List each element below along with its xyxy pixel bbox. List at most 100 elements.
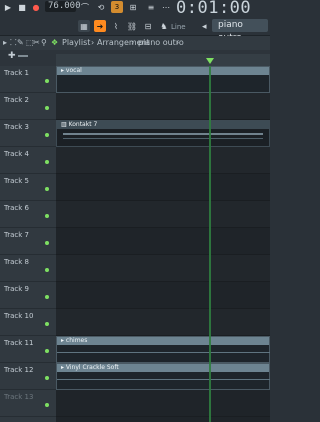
loop-record-icon[interactable]: ⟲ — [95, 1, 107, 13]
track-header[interactable]: Track 6 — [0, 201, 56, 228]
track-header[interactable]: Track 12 — [0, 363, 56, 390]
track-status-dot[interactable] — [45, 349, 49, 353]
step-edit-icon[interactable]: 3 — [111, 1, 123, 13]
track-status-dot[interactable] — [45, 79, 49, 83]
track-status-dot[interactable] — [45, 295, 49, 299]
track-header[interactable]: Track 4 — [0, 147, 56, 174]
playlist-grid[interactable]: ▸ vocal ▥ Kontakt 7 ▸ chimes ▸ Vinyl Cra… — [56, 66, 270, 422]
breadcrumb-separator: › — [131, 38, 135, 47]
clip-waveform — [57, 352, 270, 353]
grid-row[interactable] — [56, 282, 270, 309]
blend-icon[interactable]: ⊞ — [127, 1, 139, 13]
grid-row[interactable] — [56, 309, 270, 336]
clip-name: vocal — [65, 67, 82, 74]
track-status-dot[interactable] — [45, 403, 49, 407]
track-header[interactable]: Track 5 — [0, 174, 56, 201]
grid-row[interactable] — [56, 255, 270, 282]
track-status-dot[interactable] — [45, 187, 49, 191]
clip-vocal[interactable]: ▸ vocal — [56, 66, 270, 93]
track-label: Track 7 — [4, 231, 29, 239]
piano-roll-icon[interactable]: ▦ — [78, 20, 90, 32]
playlist-icon[interactable]: ➜ — [94, 20, 106, 32]
mode-icon[interactable] — [18, 55, 28, 57]
arrow-left-icon[interactable]: ◂ — [202, 21, 207, 33]
track-status-dot[interactable] — [45, 160, 49, 164]
track-label: Track 10 — [4, 312, 34, 320]
plugin-icon[interactable]: ♞ — [158, 20, 170, 32]
playlist-icon: ❖ — [51, 38, 59, 47]
clip-name: Kontakt 7 — [68, 121, 98, 128]
brush-icon[interactable]: ⌇ — [110, 20, 122, 32]
playlist-titlebar: ▸ ⸬ ✎ ⬚ ✂ ⚲ ❖ Playlist › Arrangement › p… — [0, 36, 270, 50]
clip-label: ▸ Vinyl Crackle Soft — [57, 364, 269, 372]
track-label: Track 12 — [4, 366, 34, 374]
track-headers: Track 1 Track 2 Track 3 Track 4 Track 5 … — [0, 66, 56, 422]
menu-arrow-icon[interactable]: ▸ — [3, 36, 7, 50]
track-status-dot[interactable] — [45, 214, 49, 218]
grid-row[interactable] — [56, 228, 270, 255]
breadcrumb-separator: › — [91, 38, 95, 47]
clip-label: ▥ Kontakt 7 — [57, 121, 269, 129]
grid-row[interactable] — [56, 93, 270, 120]
grid-row[interactable] — [56, 174, 270, 201]
wait-icon[interactable]: ⋯ — [160, 1, 172, 13]
slice-icon[interactable]: ✂ — [33, 36, 40, 50]
countdown-icon[interactable]: ≡ — [145, 1, 157, 13]
clip-piano-icon: ▥ — [61, 121, 69, 128]
track-header[interactable]: Track 10 — [0, 309, 56, 336]
track-header[interactable]: Track 1 — [0, 66, 56, 93]
add-track-icon[interactable]: ✚ — [8, 51, 16, 61]
track-label: Track 4 — [4, 150, 29, 158]
clip-name: Vinyl Crackle Soft — [65, 364, 119, 371]
track-status-dot[interactable] — [45, 106, 49, 110]
track-header[interactable]: Track 8 — [0, 255, 56, 282]
playhead-line[interactable] — [209, 66, 211, 422]
track-status-dot[interactable] — [45, 268, 49, 272]
snap-label[interactable]: Line — [171, 21, 186, 33]
grid-row[interactable] — [56, 147, 270, 174]
tempo-display[interactable]: 76.000 — [45, 1, 81, 12]
track-label: Track 1 — [4, 69, 29, 77]
stop-button[interactable]: ■ — [16, 1, 28, 13]
track-header[interactable]: Track 13 — [0, 390, 56, 417]
transport-bar: ▶ ■ ● 76.000 ⌒ ⟲ 3 ⊞ ≡ ⋯ 0:01:00 ▦ ➜ ⌇ ⛓… — [0, 0, 270, 43]
metronome-icon[interactable]: ⌒ — [79, 1, 91, 13]
draw-tool-icon[interactable]: ✎ — [17, 36, 24, 50]
play-button[interactable]: ▶ — [2, 1, 14, 13]
grid-row[interactable] — [56, 201, 270, 228]
track-status-dot[interactable] — [45, 241, 49, 245]
clip-name: chimes — [65, 337, 88, 344]
clip-note-line — [63, 138, 263, 139]
clip-label: ▸ vocal — [57, 67, 269, 75]
track-status-dot[interactable] — [45, 133, 49, 137]
playhead-marker[interactable] — [206, 58, 214, 64]
track-status-dot[interactable] — [45, 322, 49, 326]
channel-rack-icon[interactable]: ⊟ — [142, 20, 154, 32]
track-label: Track 6 — [4, 204, 29, 212]
track-label: Track 9 — [4, 285, 29, 293]
snap-icon[interactable]: ⸬ — [10, 36, 17, 50]
grid-row[interactable] — [56, 390, 270, 417]
clip-vinyl-crackle[interactable]: ▸ Vinyl Crackle Soft — [56, 363, 270, 390]
track-label: Track 3 — [4, 123, 29, 131]
link-icon[interactable]: ⛓ — [126, 20, 138, 32]
breadcrumb-playlist[interactable]: Playlist — [62, 36, 90, 50]
record-button[interactable]: ● — [30, 1, 42, 13]
track-header[interactable]: Track 11 — [0, 336, 56, 363]
pattern-selector[interactable]: piano outro — [212, 19, 268, 43]
track-header[interactable]: Track 3 — [0, 120, 56, 147]
breadcrumb-separator: › — [176, 38, 180, 47]
track-label: Track 8 — [4, 258, 29, 266]
track-label: Track 5 — [4, 177, 29, 185]
track-status-dot[interactable] — [45, 376, 49, 380]
track-label: Track 13 — [4, 393, 34, 401]
track-label: Track 2 — [4, 96, 29, 104]
track-header[interactable]: Track 2 — [0, 93, 56, 120]
song-position: 0:01:00 — [176, 0, 252, 18]
clip-chimes[interactable]: ▸ chimes — [56, 336, 270, 363]
track-label: Track 11 — [4, 339, 34, 347]
zoom-icon[interactable]: ⚲ — [41, 36, 47, 50]
clip-kontakt[interactable]: ▥ Kontakt 7 — [56, 120, 270, 147]
track-header[interactable]: Track 9 — [0, 282, 56, 309]
track-header[interactable]: Track 7 — [0, 228, 56, 255]
